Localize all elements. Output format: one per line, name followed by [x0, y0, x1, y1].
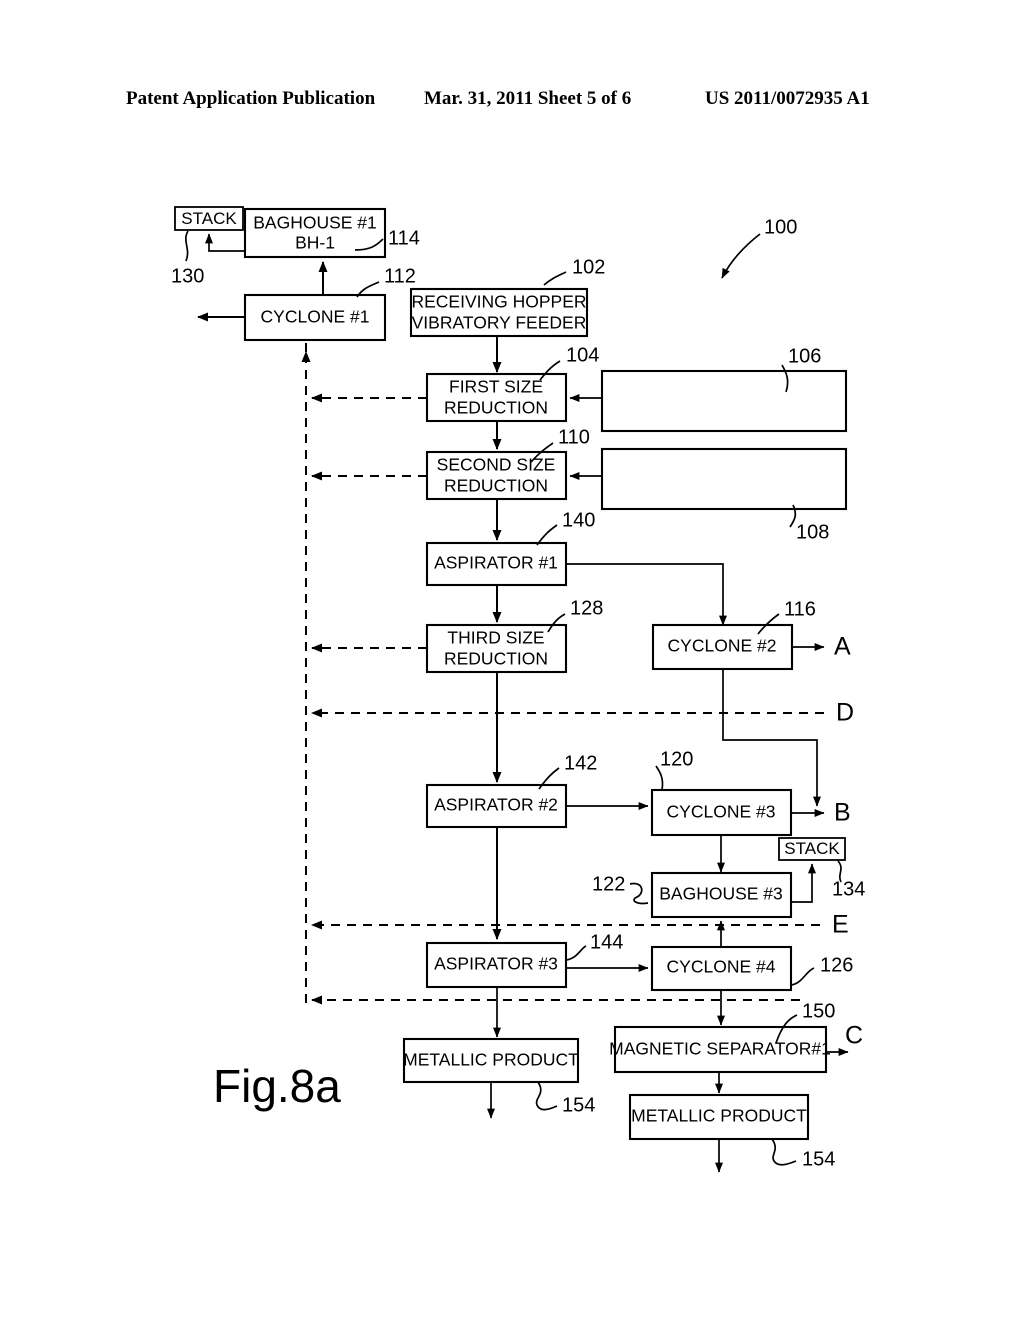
- ref-callout-142: 142: [538, 752, 597, 790]
- ref-label-114: 114: [388, 227, 420, 249]
- baghouse-1-label-line1: BAGHOUSE #1: [253, 213, 377, 233]
- first-size-label-line1: FIRST SIZE: [449, 377, 543, 397]
- node-b-label: B: [834, 799, 851, 827]
- box-receiving-hopper: RECEIVING HOPPER VIBRATORY FEEDER: [409, 287, 589, 338]
- box-first-size-reduction: FIRST SIZE REDUCTION: [425, 372, 568, 423]
- node-a-label: A: [834, 633, 851, 661]
- box-magnetic-separator-1: MAGNETIC SEPARATOR#1: [609, 1025, 831, 1074]
- box-aspirator-2: ASPIRATOR #2: [425, 783, 568, 829]
- stack-134-label: STACK: [784, 839, 840, 858]
- third-size-label-line2: REDUCTION: [444, 649, 548, 669]
- ref-label-134: 134: [832, 878, 865, 900]
- ref-callout-102: 102: [543, 256, 605, 286]
- ref-callout-154-left: 154: [535, 1081, 595, 1116]
- ref-label-154-right: 154: [802, 1148, 835, 1170]
- ref-callout-144: 144: [565, 931, 623, 961]
- ref-callout-108: 108: [789, 504, 829, 543]
- ref-label-128: 128: [570, 597, 603, 619]
- ref-label-116: 116: [784, 598, 816, 620]
- baghouse-1-label-line2: BH-1: [295, 233, 335, 253]
- ref-label-100: 100: [764, 216, 797, 238]
- ref-label-122: 122: [592, 873, 625, 895]
- ref-callout-120: 120: [655, 748, 693, 791]
- ref-label-144: 144: [590, 931, 623, 953]
- second-size-label-line2: REDUCTION: [444, 476, 548, 496]
- box-metallic-product-right: METALLIC PRODUCT: [628, 1093, 810, 1141]
- connector-line-d: D: [311, 699, 854, 727]
- node-d-label: D: [836, 699, 854, 727]
- aspirator-2-label: ASPIRATOR #2: [434, 795, 558, 815]
- ref-label-110: 110: [558, 426, 590, 448]
- patent-figure-page: Patent Application Publication Mar. 31, …: [0, 0, 1024, 1320]
- box-baghouse-3: BAGHOUSE #3: [650, 871, 793, 919]
- ref-label-140: 140: [562, 509, 595, 531]
- ref-callout-134: 134: [832, 860, 865, 900]
- stack-130-label: STACK: [181, 209, 237, 228]
- ref-label-142: 142: [564, 752, 597, 774]
- ref-label-112: 112: [384, 265, 416, 287]
- box-cyclone-1: CYCLONE #1: [243, 293, 387, 342]
- node-c-label: C: [845, 1022, 863, 1050]
- hopper-label-line1: RECEIVING HOPPER: [411, 292, 586, 312]
- metallic-right-label: METALLIC PRODUCT: [631, 1106, 807, 1126]
- box-cyclone-2: CYCLONE #2: [651, 623, 794, 671]
- baghouse-3-label: BAGHOUSE #3: [659, 884, 783, 904]
- box-metallic-product-left: METALLIC PRODUCT: [402, 1037, 579, 1084]
- aspirator-3-label: ASPIRATOR #3: [434, 954, 558, 974]
- node-e-label: E: [832, 911, 849, 939]
- cyclone-3-label: CYCLONE #3: [667, 802, 776, 822]
- process-flow-diagram: 100 STACK 130 BAGHOUSE #1 BH-1 114 CYCLO…: [171, 206, 865, 1173]
- ref-label-150: 150: [802, 1000, 835, 1022]
- ref-callout-122: 122: [592, 873, 649, 905]
- box-aspirator-3: ASPIRATOR #3: [425, 941, 568, 989]
- cyclone-4-label: CYCLONE #4: [667, 957, 776, 977]
- ref-label-108: 108: [796, 521, 829, 543]
- ref-label-130: 130: [171, 265, 204, 287]
- cyclone-2-label: CYCLONE #2: [668, 636, 777, 656]
- ref-label-154-left: 154: [562, 1094, 595, 1116]
- ref-callout-154-right: 154: [771, 1138, 835, 1170]
- third-size-label-line1: THIRD SIZE: [447, 628, 544, 648]
- metallic-left-label: METALLIC PRODUCT: [403, 1050, 579, 1070]
- box-second-size-reduction: SECOND SIZE REDUCTION: [425, 450, 568, 501]
- ref-label-104: 104: [566, 344, 599, 366]
- box-blank-106: [600, 369, 848, 433]
- flow-cyclone2-to-node-b: [722, 669, 821, 807]
- ref-label-120: 120: [660, 748, 693, 770]
- ref-label-106: 106: [788, 345, 821, 367]
- first-size-label-line2: REDUCTION: [444, 398, 548, 418]
- box-third-size-reduction: THIRD SIZE REDUCTION: [425, 623, 568, 674]
- magsep-label: MAGNETIC SEPARATOR#1: [609, 1039, 831, 1059]
- hopper-label-line2: VIBRATORY FEEDER: [412, 313, 587, 333]
- aspirator-1-label: ASPIRATOR #1: [434, 553, 558, 573]
- ref-callout-130: 130: [171, 230, 204, 287]
- box-aspirator-1: ASPIRATOR #1: [425, 541, 568, 587]
- second-size-label-line1: SECOND SIZE: [437, 455, 556, 475]
- box-stack-134: STACK: [778, 837, 846, 861]
- figure-label: Fig.8a: [213, 1060, 341, 1112]
- system-reference-100: 100: [721, 216, 797, 279]
- box-cyclone-3: CYCLONE #3: [650, 788, 793, 837]
- ref-label-102: 102: [572, 256, 605, 278]
- box-cyclone-4: CYCLONE #4: [650, 945, 793, 992]
- flow-baghouse1-to-stack: [205, 233, 245, 252]
- flow-baghouse3-to-stack134: [791, 863, 816, 903]
- ref-callout-112: 112: [356, 265, 416, 298]
- ref-callout-126: 126: [790, 954, 853, 986]
- ref-label-126: 126: [820, 954, 853, 976]
- box-blank-108: [600, 447, 848, 511]
- box-stack-130: STACK: [174, 206, 244, 231]
- cyclone-1-label: CYCLONE #1: [261, 307, 370, 327]
- ref-callout-140: 140: [536, 509, 595, 546]
